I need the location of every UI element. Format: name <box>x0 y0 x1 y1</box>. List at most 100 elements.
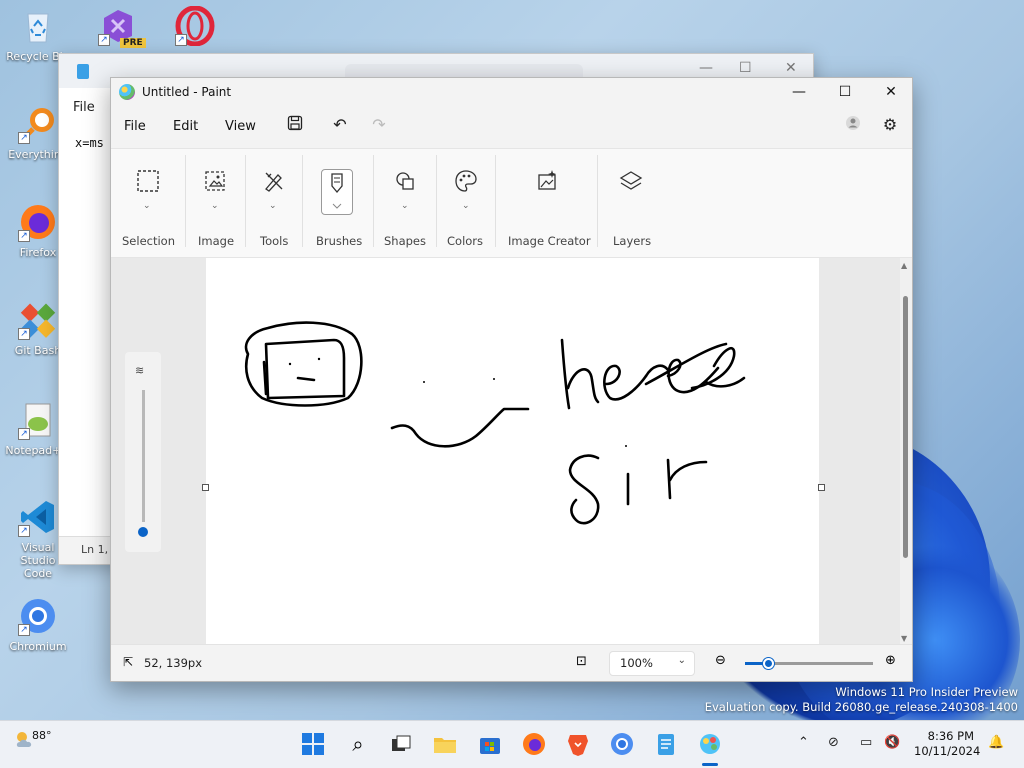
image-creator-sparkle-icon <box>534 169 560 195</box>
minimize-button[interactable]: — <box>776 78 822 106</box>
drawing-dot <box>423 381 425 383</box>
active-app-indicator <box>702 763 718 766</box>
layers-group[interactable]: Layers <box>598 149 663 259</box>
paint-window[interactable]: Untitled - Paint — ☐ ✕ File Edit View ↶ … <box>110 77 913 682</box>
notepad-menu-file[interactable]: File <box>73 100 95 115</box>
desktop-icon-visual-studio-preview[interactable]: PRE ↗ <box>85 6 151 50</box>
desktop-icon-chromium[interactable]: ↗ Chromium <box>5 596 71 653</box>
undo-icon[interactable]: ↶ <box>329 115 351 137</box>
paint-taskbar-icon[interactable] <box>697 731 723 757</box>
watermark-line-2: Evaluation copy. Build 26080.ge_release.… <box>704 700 1018 714</box>
brush-size-track[interactable] <box>142 390 145 522</box>
shapes-group[interactable]: ⌄ Shapes <box>374 149 435 259</box>
search-icon[interactable]: ⌕ <box>345 731 371 757</box>
chevron-down-icon[interactable]: ⌄ <box>401 201 409 211</box>
canvas-drawing <box>244 321 746 525</box>
preview-badge: PRE <box>120 38 146 48</box>
zoom-slider[interactable] <box>745 658 873 669</box>
task-view-icon[interactable] <box>388 731 414 757</box>
zoom-out-icon[interactable]: ⊖ <box>715 653 726 668</box>
shapes-icon <box>392 169 418 195</box>
shortcut-arrow-icon: ↗ <box>98 34 110 46</box>
fit-to-window-icon[interactable]: ⊡ <box>576 654 587 669</box>
colors-group[interactable]: ⌄ Colors <box>437 149 494 259</box>
notification-bell-icon[interactable]: 🔔 <box>988 735 1004 750</box>
zoom-slider-knob[interactable] <box>763 658 775 669</box>
maximize-button[interactable]: ☐ <box>822 78 868 106</box>
canvas-resize-handle-left[interactable] <box>202 484 209 491</box>
selection-label: Selection <box>122 234 175 248</box>
start-button[interactable] <box>300 731 326 757</box>
drawing-stroke <box>264 338 346 400</box>
zoom-level-select[interactable]: 100% ⌄ <box>609 651 695 676</box>
scroll-up-icon[interactable]: ▲ <box>901 261 907 270</box>
color-palette-icon <box>453 169 479 195</box>
menu-view[interactable]: View <box>225 119 256 134</box>
shapes-label: Shapes <box>384 234 427 248</box>
selection-rectangle-icon <box>135 169 161 195</box>
close-button[interactable]: ✕ <box>868 78 914 106</box>
recycle-bin-icon <box>18 6 58 46</box>
microsoft-store-icon[interactable] <box>477 731 503 757</box>
canvas-resize-handle-right[interactable] <box>818 484 825 491</box>
redo-icon[interactable]: ↷ <box>368 115 390 137</box>
shortcut-arrow-icon: ↗ <box>18 624 30 636</box>
shortcut-arrow-icon: ↗ <box>18 132 30 144</box>
tools-label: Tools <box>260 234 289 248</box>
paint-app-icon <box>119 84 135 100</box>
display-icon[interactable]: ▭ <box>860 735 872 750</box>
settings-gear-icon[interactable]: ⚙ <box>879 115 901 137</box>
shortcut-arrow-icon: ↗ <box>18 428 30 440</box>
save-icon[interactable] <box>284 115 306 137</box>
layers-label: Layers <box>613 234 652 248</box>
account-icon[interactable] <box>842 115 864 137</box>
selection-group[interactable]: ⌄ Selection <box>111 149 184 259</box>
drawing-canvas[interactable] <box>202 258 825 646</box>
volume-muted-icon[interactable]: 🔇 <box>884 735 900 750</box>
image-group[interactable]: ⌄ Image <box>186 149 244 259</box>
tools-group[interactable]: ⌄ Tools <box>246 149 301 259</box>
menu-edit[interactable]: Edit <box>173 119 198 134</box>
layers-icon <box>618 169 644 195</box>
colors-label: Colors <box>447 234 484 248</box>
chromium-taskbar-icon[interactable] <box>609 731 635 757</box>
brave-browser-icon[interactable] <box>565 731 591 757</box>
no-network-icon[interactable]: ⊘ <box>828 735 839 750</box>
chevron-down-icon[interactable]: ⌄ <box>211 201 219 211</box>
windows-logo-icon <box>302 733 324 755</box>
minimize-icon[interactable]: — <box>699 60 713 76</box>
maximize-icon[interactable]: ☐ <box>739 60 752 76</box>
zoom-level-value: 100% <box>620 656 653 670</box>
image-crop-icon <box>202 169 228 195</box>
drawing-stroke <box>560 338 571 410</box>
desktop-icon-opera[interactable]: ↗ <box>162 5 228 50</box>
close-icon[interactable]: ✕ <box>785 60 797 76</box>
vertical-scrollbar[interactable]: ▲ ▼ <box>900 258 912 646</box>
zoom-in-icon[interactable]: ⊕ <box>885 653 896 668</box>
chevron-up-icon[interactable]: ⌃ <box>798 735 809 750</box>
paint-workspace: ≋ ▲ ▼ <box>111 258 912 646</box>
brush-selector[interactable] <box>321 169 353 215</box>
system-clock[interactable]: 8:36 PM 10/11/2024 <box>914 729 980 759</box>
brush-size-knob[interactable] <box>138 527 148 537</box>
minimize-icon: — <box>792 84 806 100</box>
paint-titlebar[interactable]: Untitled - Paint — ☐ ✕ <box>111 78 912 106</box>
chevron-down-icon[interactable]: ⌄ <box>462 201 470 211</box>
image-creator-label: Image Creator <box>508 234 591 248</box>
opera-icon: ↗ <box>175 5 215 47</box>
taskbar: 88° ⌕ ⌃ ⊘ ▭ 🔇 8:36 PM 10/11/2024 🔔 <box>0 720 1024 768</box>
brush-size-slider[interactable]: ≋ <box>125 352 161 552</box>
scrollbar-thumb[interactable] <box>903 296 908 558</box>
menu-file[interactable]: File <box>124 119 146 134</box>
weather-temperature: 88° <box>32 729 52 742</box>
drawing-stroke <box>603 364 648 401</box>
scroll-down-icon[interactable]: ▼ <box>901 634 907 643</box>
chevron-down-icon[interactable]: ⌄ <box>269 201 277 211</box>
pointer-icon: ⇱ <box>123 655 134 669</box>
notepad-taskbar-icon[interactable] <box>653 731 679 757</box>
firefox-taskbar-icon[interactable] <box>521 731 547 757</box>
file-explorer-icon[interactable] <box>432 731 458 757</box>
image-creator-group[interactable]: Image Creator <box>496 149 596 259</box>
brushes-group[interactable]: Brushes <box>303 149 373 259</box>
chevron-down-icon[interactable]: ⌄ <box>143 201 151 211</box>
